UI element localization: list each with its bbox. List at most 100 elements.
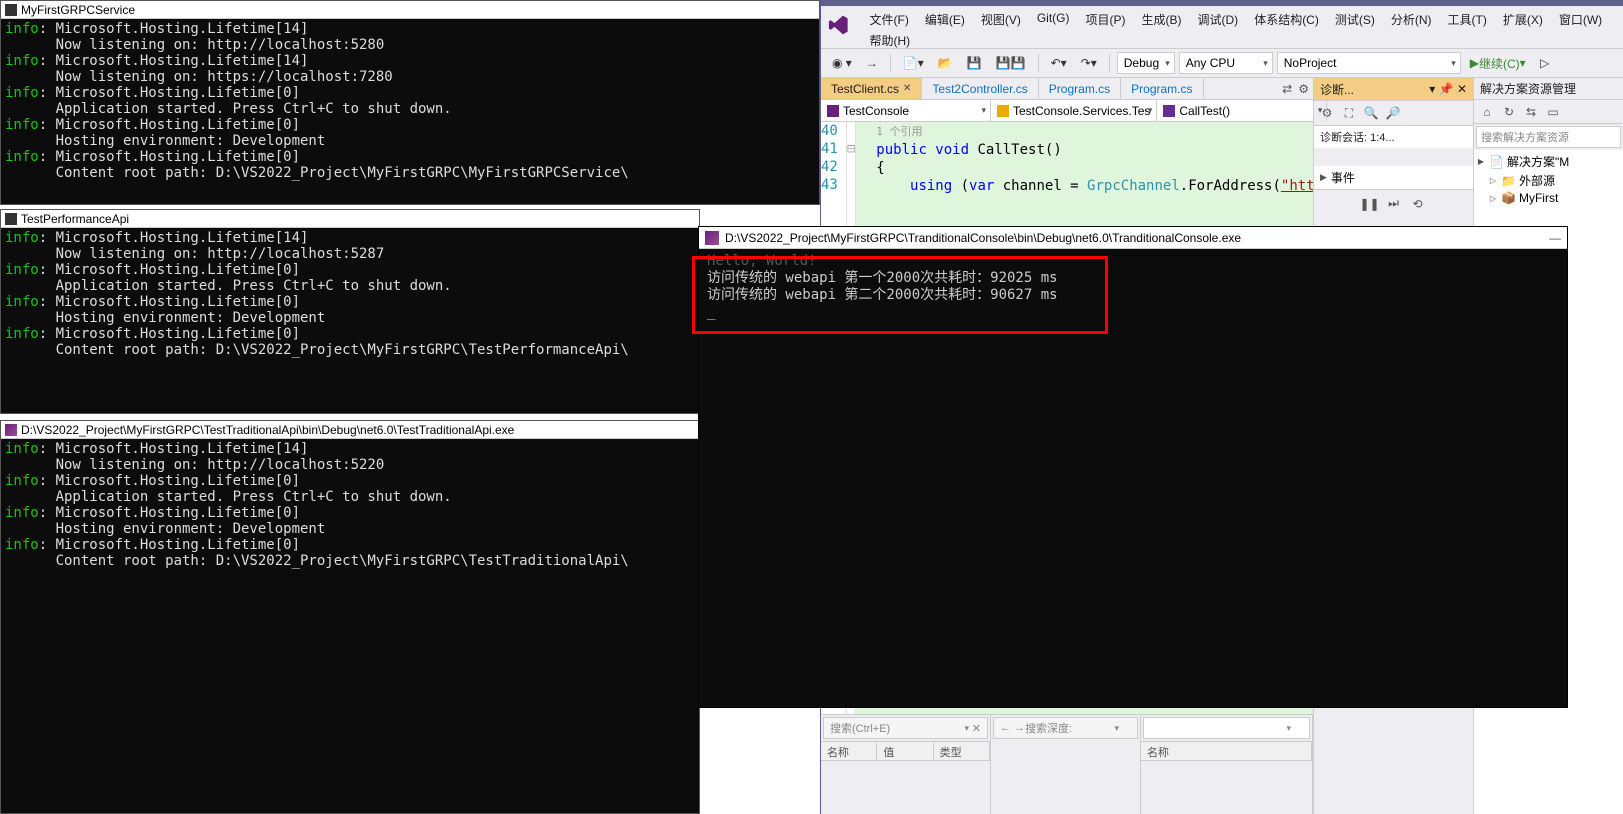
solution-external[interactable]: ▷📁外部源	[1476, 171, 1621, 190]
bottom-panels: 搜索(Ctrl+E)✕ 名称 值 类型 ← → 搜索深度: 名称	[821, 714, 1313, 814]
expand-icon[interactable]: ▶	[1320, 172, 1327, 183]
menu-architecture[interactable]: 体系结构(C)	[1246, 9, 1327, 30]
collapse-icon[interactable]: ▭	[1544, 103, 1562, 121]
menu-analyze[interactable]: 分析(N)	[1383, 9, 1440, 30]
separator	[1038, 54, 1039, 72]
vs-logo-icon	[827, 13, 850, 37]
pin-icon[interactable]: ▾ 📌	[1429, 82, 1453, 96]
menu-debug[interactable]: 调试(D)	[1190, 9, 1247, 30]
app-icon	[705, 231, 719, 245]
terminal-grpc-service: MyFirstGRPCService info: Microsoft.Hosti…	[0, 0, 820, 205]
col-name[interactable]: 名称	[1141, 742, 1312, 760]
menu-window[interactable]: 窗口(W)	[1551, 9, 1610, 30]
overlay-title: D:\VS2022_Project\MyFirstGRPC\Trandition…	[725, 231, 1241, 245]
crumb-namespace[interactable]: TestConsole.Services.Tes	[991, 100, 1157, 121]
solution-toolbar: ⌂ ↻ ⇆ ▭	[1474, 100, 1623, 124]
separator	[890, 54, 891, 72]
tab-program1[interactable]: Program.cs	[1039, 78, 1121, 99]
watch-empty	[1143, 717, 1310, 739]
menu-git[interactable]: Git(G)	[1029, 9, 1078, 30]
vs-toolbar: ◉ ▾ → 📄▾ 📂 💾 💾💾 ↶▾ ↷▾ Debug Any CPU NoPr…	[821, 48, 1623, 78]
undo-button[interactable]: ↶▾	[1046, 52, 1072, 74]
menu-file[interactable]: 文件(F)	[862, 9, 917, 30]
terminal-output: info: Microsoft.Hosting.Lifetime[14] Now…	[1, 228, 699, 360]
col-value[interactable]: 值	[877, 742, 933, 760]
run-without-debug-button[interactable]: ▷	[1535, 52, 1555, 74]
minimize-icon[interactable]: —	[1549, 231, 1561, 245]
tab-program2[interactable]: Program.cs	[1121, 78, 1203, 99]
app-icon	[5, 424, 17, 436]
close-icon[interactable]: ✕	[1457, 82, 1467, 96]
reset-icon[interactable]: ⟲	[1409, 195, 1427, 213]
config-select[interactable]: Debug	[1117, 52, 1175, 74]
crumb-method[interactable]: CallTest()	[1157, 100, 1327, 121]
tabs-gear-icon[interactable]: ⚙	[1298, 82, 1309, 96]
open-button[interactable]: 📂	[933, 52, 958, 74]
tab-testclient[interactable]: TestClient.cs✕	[821, 78, 922, 99]
terminal-traditional-api: D:\VS2022_Project\MyFirstGRPC\TestTradit…	[0, 420, 700, 814]
menu-view[interactable]: 视图(V)	[973, 9, 1029, 30]
terminal-title-bar[interactable]: TestPerformanceApi	[1, 210, 699, 228]
diag-controls: ❚❚ ⏭ ⟲	[1314, 189, 1473, 217]
terminal-title-bar[interactable]: D:\VS2022_Project\MyFirstGRPC\TestTradit…	[1, 421, 699, 439]
overlay-output: Hello, World! 访问传统的 webapi 第一个2000次共耗时：9…	[699, 249, 1567, 325]
col-type[interactable]: 类型	[934, 742, 990, 760]
step-icon[interactable]: ⏭	[1385, 195, 1403, 213]
depth-panel: ← → 搜索深度:	[991, 715, 1141, 814]
method-icon	[1163, 105, 1175, 117]
continue-button[interactable]: ▶ 继续(C) ▾	[1465, 52, 1531, 74]
terminal-title-bar[interactable]: MyFirstGRPCService	[1, 1, 819, 19]
save-all-button[interactable]: 💾💾	[991, 52, 1031, 74]
menu-test[interactable]: 测试(S)	[1327, 9, 1383, 30]
vs-menu-bar: 文件(F) 编辑(E) 视图(V) Git(G) 项目(P) 生成(B) 调试(…	[821, 6, 1623, 48]
zoom-in-icon[interactable]: 🔍	[1362, 104, 1380, 122]
new-project-button[interactable]: 📄▾	[898, 52, 929, 74]
save-button[interactable]: 💾	[962, 52, 987, 74]
col-name[interactable]: 名称	[821, 742, 877, 760]
overlay-console: D:\VS2022_Project\MyFirstGRPC\Trandition…	[698, 226, 1568, 708]
nav-back-button[interactable]: ◉ ▾	[827, 52, 857, 74]
app-icon	[5, 4, 17, 16]
solution-root[interactable]: ▶📄解决方案"M	[1476, 152, 1621, 171]
menu-extensions[interactable]: 扩展(X)	[1495, 9, 1551, 30]
terminal-title: TestPerformanceApi	[21, 212, 129, 226]
menu-tools[interactable]: 工具(T)	[1440, 9, 1495, 30]
editor-tabs: TestClient.cs✕ Test2Controller.cs Progra…	[821, 78, 1313, 100]
diag-events-row[interactable]: ▶事件	[1314, 166, 1473, 189]
redo-button[interactable]: ↷▾	[1076, 52, 1102, 74]
tabs-overflow-icon[interactable]: ⇄	[1282, 82, 1292, 96]
startup-project-select[interactable]: NoProject	[1277, 52, 1461, 74]
terminal-output: info: Microsoft.Hosting.Lifetime[14] Now…	[1, 19, 819, 183]
overlay-title-bar[interactable]: D:\VS2022_Project\MyFirstGRPC\Trandition…	[699, 227, 1567, 249]
diag-toolbar: ⚙ ⛶ 🔍 🔎	[1314, 100, 1473, 126]
home-icon[interactable]: ⌂	[1478, 103, 1496, 121]
nav-forward-button[interactable]: →	[861, 52, 883, 74]
refresh-icon[interactable]: ↻	[1500, 103, 1518, 121]
locals-search[interactable]: 搜索(Ctrl+E)✕	[823, 717, 988, 739]
terminal-title: D:\VS2022_Project\MyFirstGRPC\TestTradit…	[21, 423, 514, 437]
sync-icon[interactable]: ⇆	[1522, 103, 1540, 121]
locals-columns: 名称 值 类型	[821, 741, 990, 761]
pause-icon[interactable]: ❚❚	[1361, 195, 1379, 213]
solution-project[interactable]: ▷📦MyFirst	[1476, 190, 1621, 206]
left-terminals-region: MyFirstGRPCService info: Microsoft.Hosti…	[0, 0, 820, 814]
close-icon[interactable]: ✕	[903, 83, 911, 94]
zoom-out-icon[interactable]: 🔎	[1384, 104, 1402, 122]
solution-search[interactable]: 搜索解决方案资源	[1476, 126, 1621, 148]
platform-select[interactable]: Any CPU	[1179, 52, 1273, 74]
terminal-title: MyFirstGRPCService	[21, 3, 135, 17]
crumb-project[interactable]: TestConsole	[821, 100, 991, 121]
diag-tab[interactable]: 诊断... ▾ 📌 ✕	[1314, 78, 1473, 100]
zoom-fit-icon[interactable]: ⛶	[1340, 104, 1358, 122]
separator	[1109, 54, 1110, 72]
app-icon	[5, 213, 17, 225]
namespace-icon	[997, 105, 1009, 117]
menu-build[interactable]: 生成(B)	[1134, 9, 1190, 30]
terminal-output: info: Microsoft.Hosting.Lifetime[14] Now…	[1, 439, 699, 571]
menu-edit[interactable]: 编辑(E)	[917, 9, 973, 30]
depth-select[interactable]: ← → 搜索深度:	[993, 717, 1138, 739]
tab-test2controller[interactable]: Test2Controller.cs	[922, 78, 1038, 99]
editor-breadcrumbs: TestConsole TestConsole.Services.Tes Cal…	[821, 100, 1313, 122]
solution-title: 解决方案资源管理	[1474, 78, 1623, 100]
menu-project[interactable]: 项目(P)	[1078, 9, 1134, 30]
